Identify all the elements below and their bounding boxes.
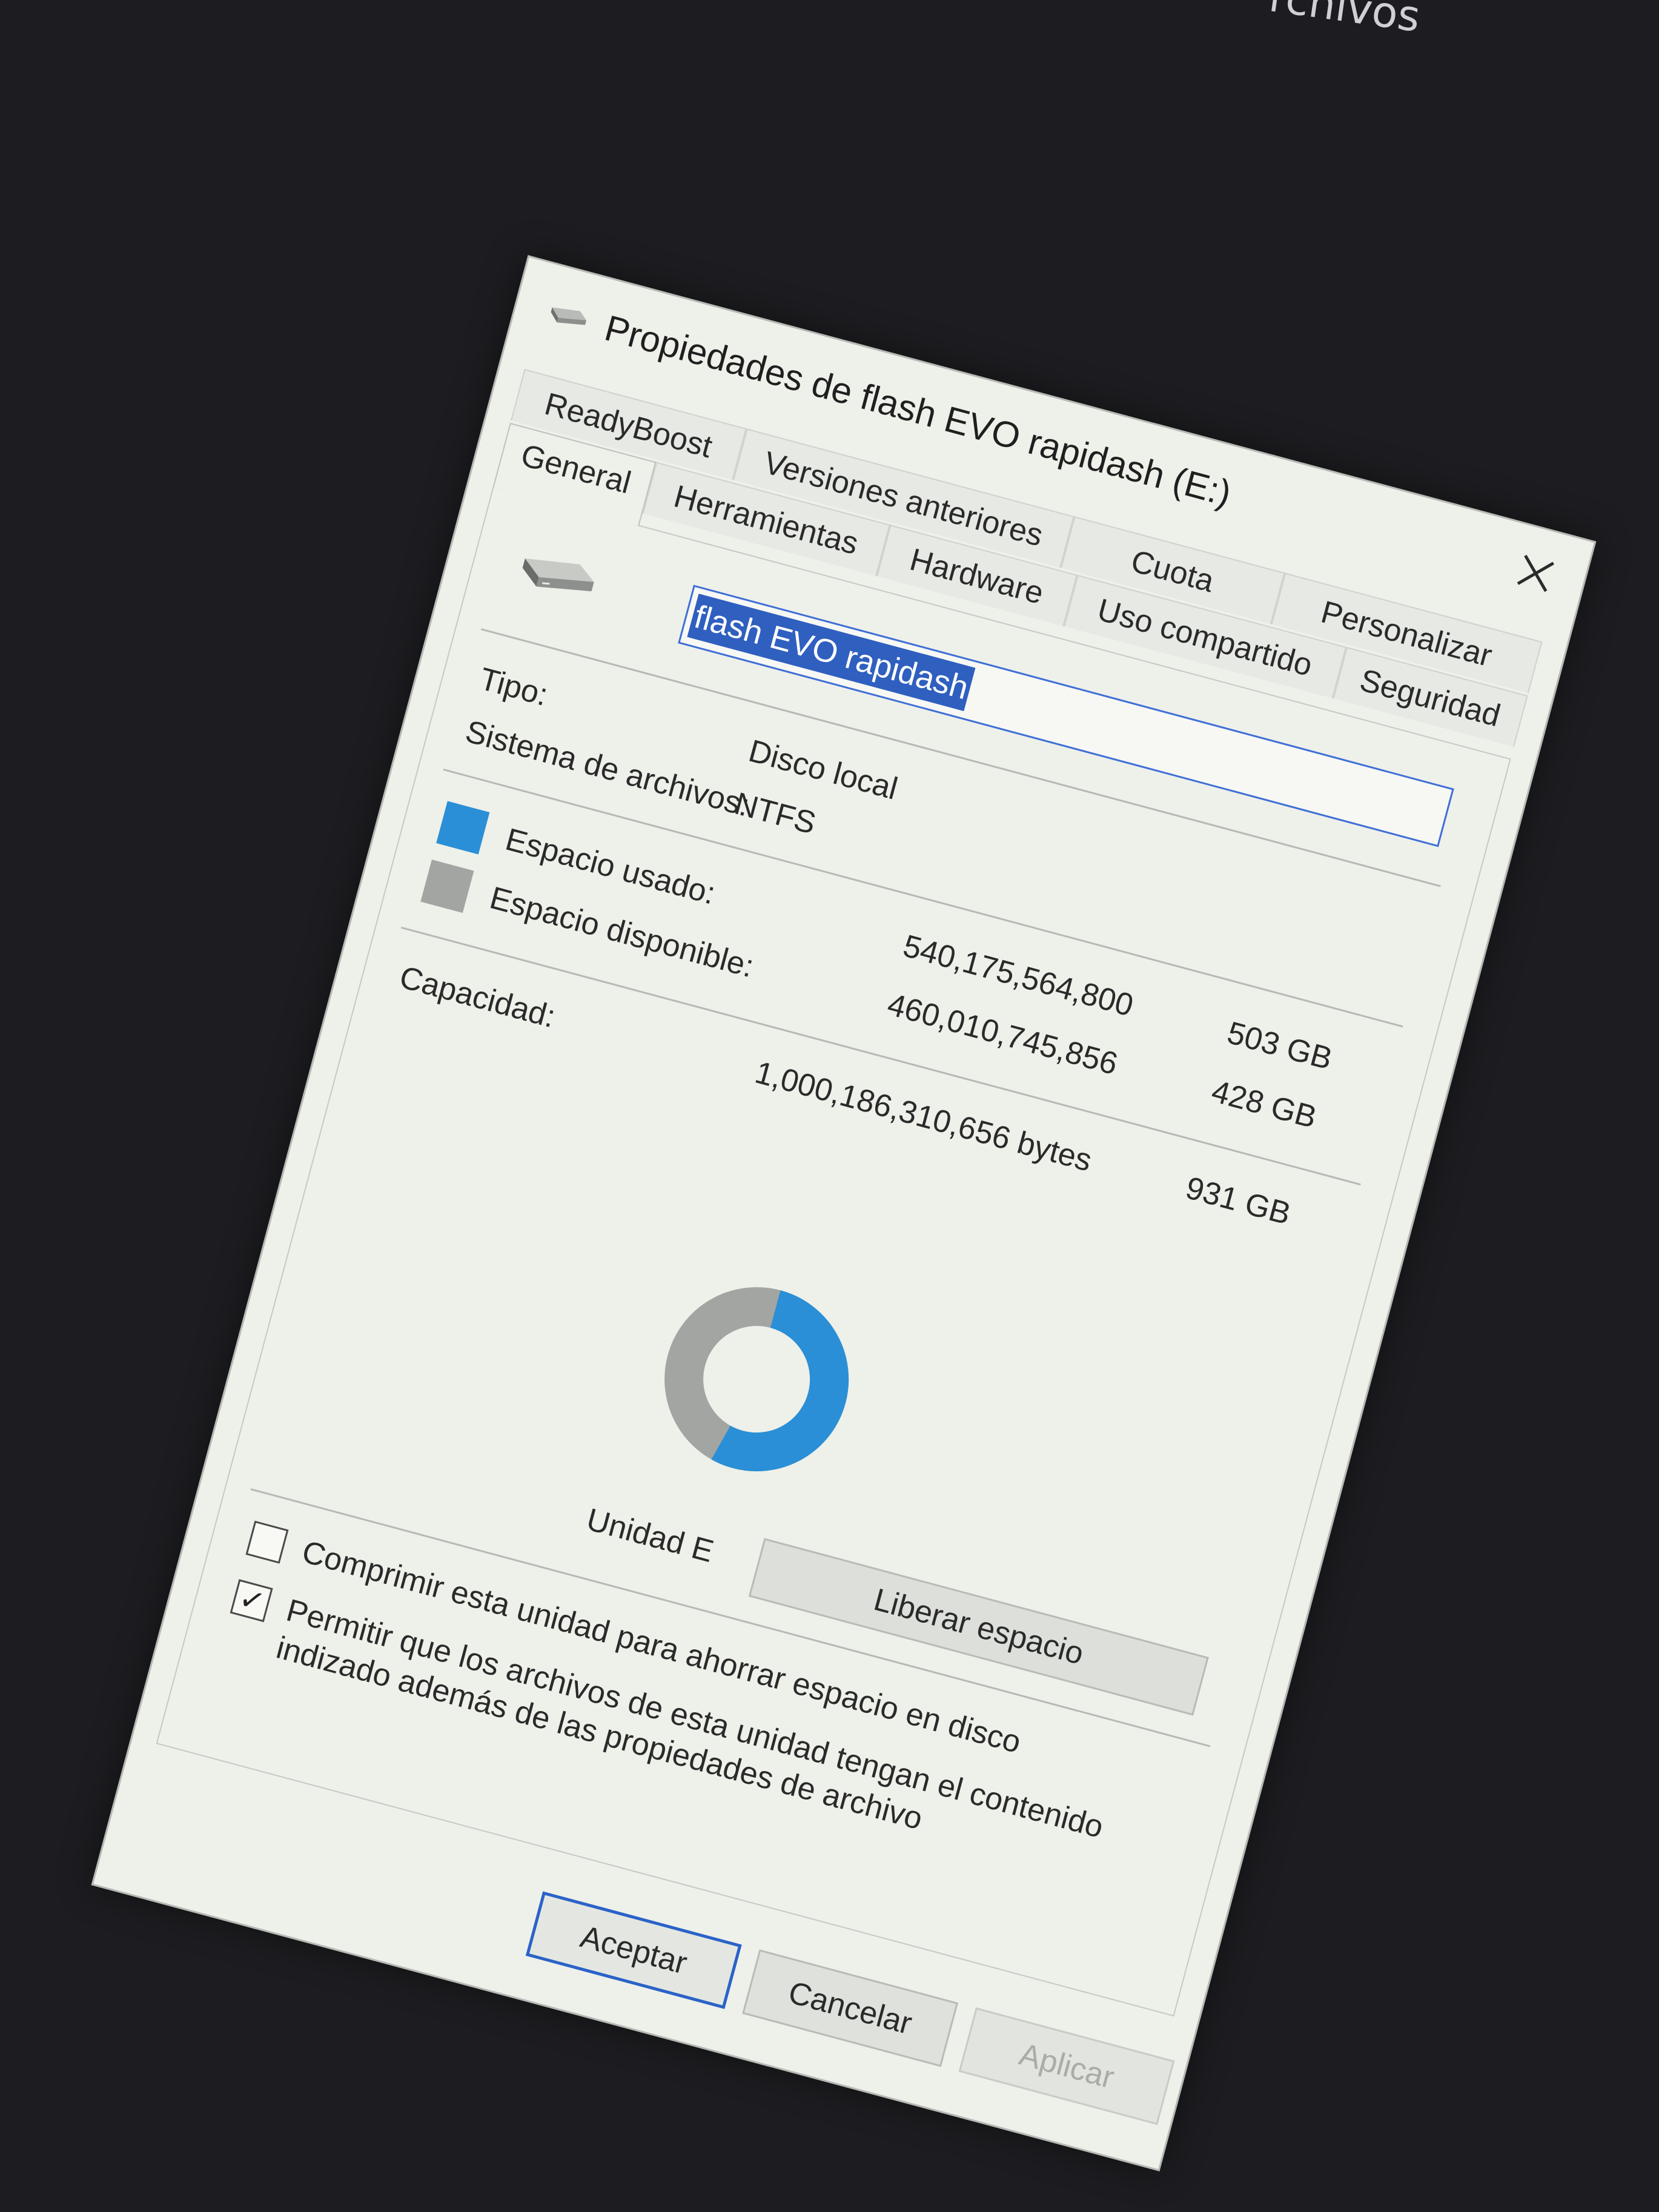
drive-icon bbox=[551, 307, 587, 325]
ok-button[interactable]: Aceptar bbox=[525, 1891, 742, 2009]
free-space-label: Espacio disponible: bbox=[486, 880, 758, 985]
cancel-button[interactable]: Cancelar bbox=[742, 1949, 959, 2067]
filesystem-label: Sistema de archivos: bbox=[462, 714, 753, 824]
divider bbox=[443, 769, 1403, 1028]
close-icon[interactable] bbox=[1506, 544, 1565, 603]
compress-checkbox[interactable] bbox=[245, 1520, 289, 1564]
capacity-bytes: 1,000,186,310,656 bytes bbox=[751, 1055, 1096, 1179]
used-space-swatch bbox=[436, 801, 490, 855]
general-panel: flash EVO rapidash Tipo: Disco local Sis… bbox=[156, 486, 1511, 2017]
apply-button[interactable]: Aplicar bbox=[958, 2007, 1175, 2125]
divider bbox=[400, 926, 1361, 1186]
free-space-swatch bbox=[420, 859, 474, 913]
properties-dialog: Propiedades de flash EVO rapidash (E:) R… bbox=[91, 255, 1597, 2171]
capacity-label: Capacidad: bbox=[396, 959, 559, 1035]
capacity-gb: 931 GB bbox=[1182, 1170, 1294, 1232]
drive-icon bbox=[522, 558, 594, 592]
drive-caption: Unidad E bbox=[583, 1502, 718, 1570]
checkmark-icon: ✓ bbox=[235, 1580, 270, 1621]
type-label: Tipo: bbox=[475, 661, 552, 714]
usage-donut-chart bbox=[664, 1287, 849, 1472]
filesystem-value: NTFS bbox=[730, 786, 820, 841]
index-checkbox[interactable]: ✓ bbox=[230, 1579, 273, 1623]
